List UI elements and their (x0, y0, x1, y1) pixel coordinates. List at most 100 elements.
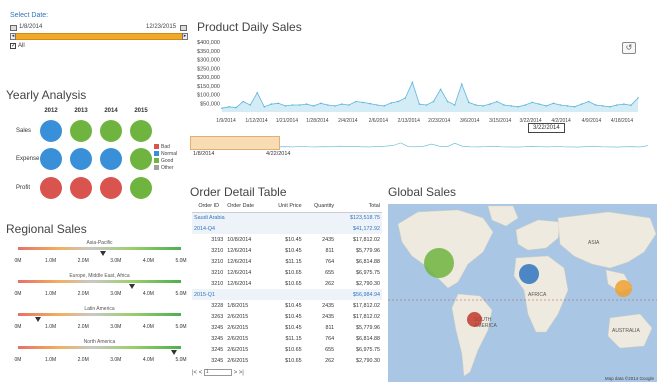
sales-point[interactable] (418, 103, 421, 105)
column-header[interactable]: Order ID (192, 201, 226, 213)
status-dot[interactable] (100, 120, 122, 142)
sales-point[interactable] (517, 106, 519, 108)
sales-bubble-asia[interactable] (615, 280, 632, 297)
table-row[interactable]: 3193 10/8/2014 $10.45 2435 $17,812.02 (192, 234, 382, 245)
status-dot[interactable] (70, 177, 92, 199)
status-dot[interactable] (100, 177, 122, 199)
sales-point[interactable] (594, 104, 597, 106)
sales-point[interactable] (559, 104, 562, 106)
sales-point[interactable] (221, 107, 223, 109)
last-page-icon[interactable]: >| (239, 370, 244, 376)
sales-point[interactable] (390, 102, 392, 104)
status-dot[interactable] (70, 120, 92, 142)
sales-point[interactable] (397, 100, 400, 103)
sales-point[interactable] (249, 104, 251, 106)
sales-point[interactable] (446, 100, 449, 103)
sales-point[interactable] (242, 100, 244, 103)
table-row[interactable]: 3245 2/6/2015 $10.45 811 $5,779.96 (192, 322, 382, 333)
sales-point[interactable] (616, 104, 618, 106)
sales-point[interactable] (531, 101, 533, 104)
sales-point[interactable] (453, 104, 456, 106)
status-dot[interactable] (100, 148, 122, 170)
column-header[interactable]: Order Date (225, 201, 267, 213)
table-row[interactable]: 3210 12/6/2014 $10.45 811 $5,779.96 (192, 245, 382, 256)
status-dot[interactable] (40, 148, 62, 170)
group-row[interactable]: 2015-Q1 $56,984.94 (192, 289, 382, 300)
table-row[interactable]: 3245 2/6/2015 $10.65 262 $2,790.30 (192, 355, 382, 366)
column-header[interactable]: Quantity (303, 201, 337, 213)
table-row[interactable]: 3245 2/6/2015 $11.15 764 $6,814.88 (192, 333, 382, 344)
sales-point[interactable] (503, 104, 505, 106)
sales-point[interactable] (376, 104, 378, 106)
sales-point[interactable] (383, 105, 385, 107)
sales-point[interactable] (475, 104, 477, 106)
status-dot[interactable] (130, 148, 152, 170)
table-row[interactable]: 3210 12/6/2014 $11.15 764 $6,814.88 (192, 256, 382, 267)
sales-point[interactable] (468, 101, 470, 104)
calendar-end-icon[interactable] (180, 25, 187, 31)
table-row[interactable]: 3228 1/8/2015 $10.45 2435 $17,812.02 (192, 300, 382, 311)
sales-point[interactable] (566, 105, 569, 107)
sales-point[interactable] (510, 105, 512, 107)
all-checkbox[interactable]: ✓ (10, 43, 16, 49)
sales-point[interactable] (460, 83, 463, 85)
column-header[interactable]: Unit Price (266, 201, 304, 213)
world-map[interactable]: ASIA AFRICA SOUTH AMERICA AUSTRALIA Map … (388, 204, 657, 382)
sales-point[interactable] (425, 104, 428, 106)
sales-point[interactable] (284, 105, 287, 107)
sales-bubble-europe[interactable] (519, 264, 539, 284)
sales-point[interactable] (587, 100, 590, 103)
table-row[interactable]: 3210 12/6/2014 $10.65 262 $2,790.30 (192, 278, 382, 289)
sales-point[interactable] (228, 106, 230, 108)
sales-point[interactable] (482, 105, 484, 107)
sales-point[interactable] (552, 102, 555, 105)
sales-point[interactable] (256, 92, 259, 94)
sales-point[interactable] (538, 103, 541, 105)
status-dot[interactable] (40, 177, 62, 199)
sales-point[interactable] (298, 104, 301, 106)
group-row[interactable]: Saudi Arabia $123,518.75 (192, 212, 382, 223)
status-dot[interactable] (70, 148, 92, 170)
table-row[interactable]: 3210 12/6/2014 $10.65 655 $6,975.75 (192, 267, 382, 278)
sales-point[interactable] (362, 101, 364, 104)
sales-point[interactable] (277, 102, 280, 105)
prev-page-icon[interactable]: < (199, 370, 203, 376)
sales-point[interactable] (524, 104, 526, 106)
sales-point[interactable] (545, 105, 548, 107)
sales-point[interactable] (369, 102, 371, 105)
page-input[interactable]: 1 (203, 369, 232, 376)
status-dot[interactable] (130, 120, 152, 142)
sales-bubble-south-america[interactable] (467, 312, 482, 327)
sales-point[interactable] (573, 106, 576, 108)
group-row[interactable]: 2014-Q4 $41,172.92 (192, 223, 382, 234)
sales-point[interactable] (341, 103, 343, 105)
range-selector[interactable] (190, 136, 280, 150)
first-page-icon[interactable]: |< (192, 370, 197, 376)
sales-point[interactable] (580, 103, 583, 105)
sales-point[interactable] (432, 100, 435, 103)
date-range-slider[interactable]: ◂ ▸ (10, 33, 188, 40)
column-header[interactable]: Total (336, 201, 382, 213)
sales-point[interactable] (609, 106, 611, 108)
sales-point[interactable] (355, 100, 357, 103)
sales-point[interactable] (270, 103, 273, 105)
slider-right-handle[interactable]: ▸ (182, 33, 188, 40)
table-row[interactable]: 3263 2/6/2015 $10.45 2435 $17,812.02 (192, 311, 382, 322)
sales-point[interactable] (348, 104, 350, 106)
sales-point[interactable] (404, 97, 407, 99)
sales-point[interactable] (263, 106, 266, 108)
sales-point[interactable] (439, 88, 442, 91)
start-date-value[interactable]: 1/8/2014 (19, 24, 42, 30)
status-dot[interactable] (40, 120, 62, 142)
sales-point[interactable] (305, 103, 308, 105)
sales-point[interactable] (637, 97, 639, 99)
status-dot[interactable] (130, 177, 152, 199)
sales-point[interactable] (630, 104, 632, 107)
sales-point[interactable] (235, 106, 237, 109)
sales-point[interactable] (291, 104, 294, 106)
calendar-start-icon[interactable] (10, 25, 17, 31)
sales-point[interactable] (334, 105, 336, 107)
sales-point[interactable] (601, 105, 604, 107)
sales-point[interactable] (312, 105, 315, 107)
sales-point[interactable] (489, 103, 491, 105)
